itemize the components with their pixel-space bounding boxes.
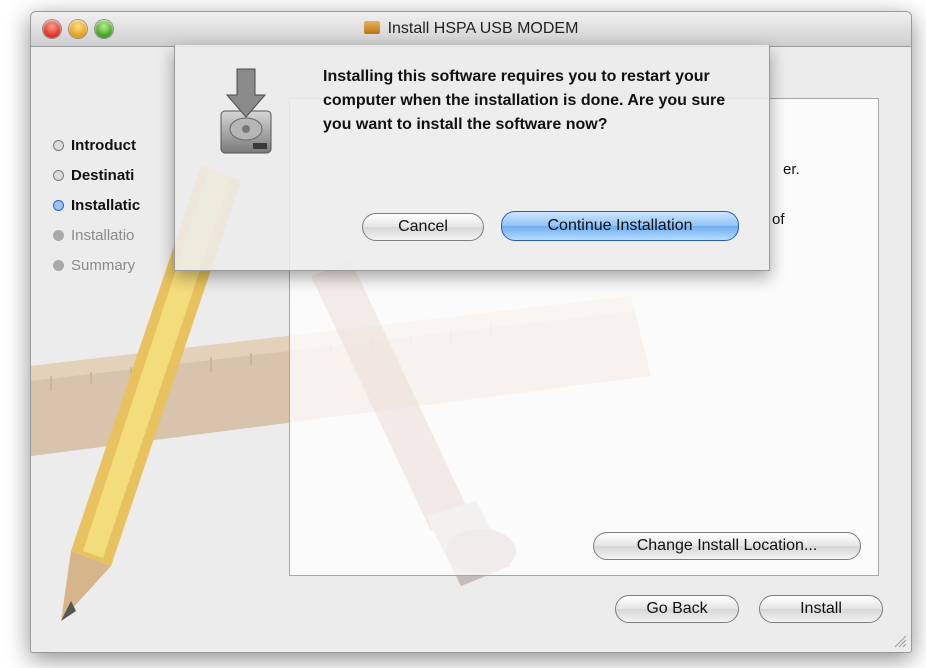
- content-text-fragment: of: [772, 211, 785, 228]
- install-disk-icon: [220, 68, 272, 154]
- window-title: Install HSPA USB MODEM: [31, 12, 911, 46]
- title-bar[interactable]: Install HSPA USB MODEM: [31, 12, 911, 47]
- step-destination: Destinati: [53, 160, 140, 190]
- step-list: Introduct Destinati Installatic Installa…: [53, 130, 140, 280]
- step-installation-type: Installatic: [53, 190, 140, 220]
- step-current-icon: [53, 199, 64, 211]
- step-installation: Installatio: [53, 220, 140, 250]
- step-pending-icon: [53, 259, 64, 271]
- continue-installation-button[interactable]: Continue Installation: [501, 211, 739, 241]
- step-summary: Summary: [53, 250, 140, 280]
- restart-confirmation-sheet: Installing this software requires you to…: [174, 45, 770, 271]
- install-button[interactable]: Install: [759, 595, 883, 623]
- package-icon: [363, 21, 380, 34]
- go-back-button[interactable]: Go Back: [615, 595, 739, 623]
- step-pending-icon: [53, 229, 64, 241]
- step-done-icon: [53, 139, 64, 151]
- dialog-message: Installing this software requires you to…: [323, 68, 726, 133]
- resize-grip-icon[interactable]: [893, 634, 907, 648]
- content-text-fragment: er.: [783, 161, 800, 178]
- step-done-icon: [53, 169, 64, 181]
- cancel-button[interactable]: Cancel: [362, 213, 484, 241]
- step-introduction: Introduct: [53, 130, 140, 160]
- change-install-location-button[interactable]: Change Install Location...: [593, 532, 861, 560]
